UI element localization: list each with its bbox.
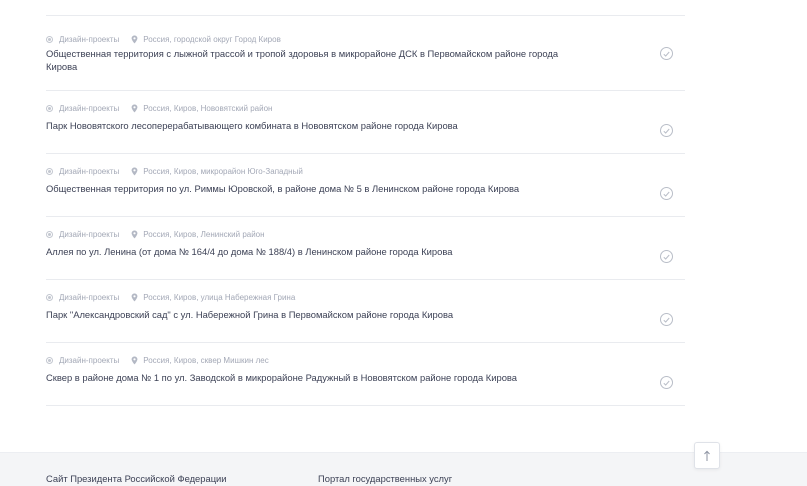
- item-meta: Дизайн-проекты Россия, Киров, микрорайон…: [46, 167, 303, 176]
- item-meta: Дизайн-проекты Россия, Киров, сквер Мишк…: [46, 356, 269, 365]
- item-category[interactable]: Дизайн-проекты: [59, 167, 119, 176]
- check-circle-icon: [660, 313, 673, 326]
- item-location: Россия, городской округ Город Киров: [143, 35, 281, 44]
- item-category[interactable]: Дизайн-проекты: [59, 356, 119, 365]
- map-pin-icon: [131, 230, 138, 239]
- list-item[interactable]: Дизайн-проекты Россия, Киров, Ленинский …: [46, 217, 685, 280]
- map-pin-icon: [131, 167, 138, 176]
- item-title[interactable]: Сквер в районе дома № 1 по ул. Заводской…: [46, 371, 576, 384]
- footer: Сайт Президента Российской Федерации Пор…: [0, 452, 807, 486]
- item-title[interactable]: Парк "Александровский сад" с ул. Набереж…: [46, 308, 576, 321]
- circle-dot-icon: [46, 105, 53, 112]
- item-location: Россия, Киров, сквер Мишкин лес: [143, 356, 269, 365]
- map-pin-icon: [131, 104, 138, 113]
- item-location: Россия, Киров, микрорайон Юго-Западный: [143, 167, 303, 176]
- item-meta: Дизайн-проекты Россия, Киров, улица Набе…: [46, 293, 295, 302]
- arrow-up-icon: [704, 450, 710, 461]
- item-location: Россия, Киров, улица Набережная Грина: [143, 293, 296, 302]
- check-circle-icon: [660, 187, 673, 200]
- item-meta: Дизайн-проекты Россия, Киров, Ленинский …: [46, 230, 265, 239]
- map-pin-icon: [131, 35, 138, 44]
- list-item[interactable]: Дизайн-проекты Россия, Киров, улица Набе…: [46, 280, 685, 343]
- item-title[interactable]: Аллея по ул. Ленина (от дома № 164/4 до …: [46, 245, 576, 258]
- item-title[interactable]: Общественная территория с лыжной трассой…: [46, 47, 576, 73]
- list-item[interactable]: Дизайн-проекты Россия, Киров, Нововятски…: [46, 91, 685, 154]
- list-item[interactable]: Дизайн-проекты Россия, Киров, сквер Мишк…: [46, 343, 685, 406]
- list-item[interactable]: Дизайн-проекты Россия, Киров, микрорайон…: [46, 154, 685, 217]
- item-location: Россия, Киров, Ленинский район: [143, 230, 265, 239]
- item-meta: Дизайн-проекты Россия, городской округ Г…: [46, 35, 281, 44]
- check-circle-icon: [660, 124, 673, 137]
- item-title[interactable]: Общественная территория по ул. Риммы Юро…: [46, 182, 576, 195]
- check-circle-icon: [660, 47, 673, 60]
- scroll-to-top-button[interactable]: [694, 442, 720, 469]
- circle-dot-icon: [46, 36, 53, 43]
- check-circle-icon: [660, 250, 673, 263]
- item-title[interactable]: Парк Нововятского лесоперерабатывающего …: [46, 119, 576, 132]
- check-circle-icon: [660, 376, 673, 389]
- page: Дизайн-проекты Россия, городской округ Г…: [0, 0, 807, 486]
- circle-dot-icon: [46, 294, 53, 301]
- item-category[interactable]: Дизайн-проекты: [59, 230, 119, 239]
- footer-link-president[interactable]: Сайт Президента Российской Федерации: [46, 473, 227, 484]
- map-pin-icon: [131, 356, 138, 365]
- circle-dot-icon: [46, 357, 53, 364]
- map-pin-icon: [131, 293, 138, 302]
- item-meta: Дизайн-проекты Россия, Киров, Нововятски…: [46, 104, 272, 113]
- list-item[interactable]: Дизайн-проекты Россия, городской округ Г…: [46, 16, 685, 91]
- item-category[interactable]: Дизайн-проекты: [59, 104, 119, 113]
- circle-dot-icon: [46, 231, 53, 238]
- footer-link-gosuslugi[interactable]: Портал государственных услуг: [318, 473, 452, 484]
- item-category[interactable]: Дизайн-проекты: [59, 35, 119, 44]
- item-location: Россия, Киров, Нововятский район: [143, 104, 273, 113]
- project-list: Дизайн-проекты Россия, городской округ Г…: [46, 0, 685, 406]
- item-category[interactable]: Дизайн-проекты: [59, 293, 119, 302]
- circle-dot-icon: [46, 168, 53, 175]
